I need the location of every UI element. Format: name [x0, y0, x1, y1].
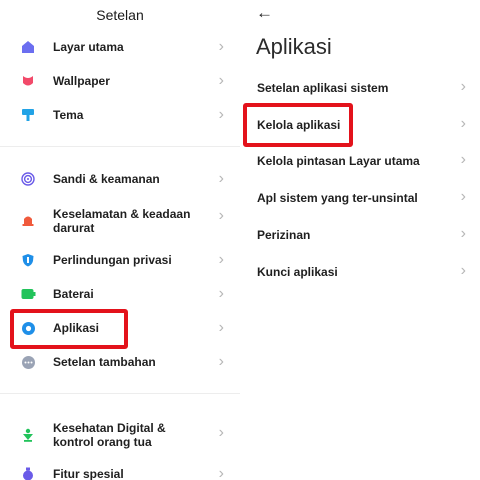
settings-item-layar-utama[interactable]: Layar utama ›	[0, 37, 240, 57]
settings-item-setelan-tambahan[interactable]: Setelan tambahan ›	[0, 352, 240, 372]
settings-item-label: Tema	[53, 108, 84, 122]
settings-panel: Setelan Layar utama › Wallpaper › Tema ›…	[0, 0, 240, 480]
battery-icon	[20, 286, 36, 302]
aplikasi-item-kelola-pintasan[interactable]: Kelola pintasan Layar utama ›	[240, 144, 480, 178]
settings-item-label: Perlindungan privasi	[53, 253, 172, 267]
settings-item-label: Setelan tambahan	[53, 355, 156, 369]
chevron-right-icon: ›	[218, 424, 224, 441]
settings-item-label: Keselamatan & keadaan darurat	[53, 207, 191, 235]
aplikasi-item-label: Setelan aplikasi sistem	[257, 81, 389, 95]
home-icon	[20, 39, 36, 55]
brush-icon	[20, 107, 36, 123]
aplikasi-item-label: Kelola pintasan Layar utama	[257, 154, 420, 168]
chevron-right-icon: ›	[218, 207, 224, 224]
aplikasi-item-kunci-aplikasi[interactable]: Kunci aplikasi ›	[240, 255, 480, 289]
chevron-right-icon: ›	[218, 353, 224, 370]
alarm-icon	[20, 212, 36, 228]
settings-item-sandi-keamanan[interactable]: Sandi & keamanan ›	[0, 169, 240, 189]
chevron-right-icon: ›	[218, 38, 224, 55]
settings-item-fitur-spesial[interactable]: Fitur spesial ›	[0, 464, 240, 480]
settings-item-kesehatan-digital[interactable]: Kesehatan Digital & kontrol orang tua ›	[0, 420, 240, 450]
settings-item-label: Kesehatan Digital & kontrol orang tua	[53, 421, 166, 449]
arrow-left-icon[interactable]: ←	[256, 3, 273, 23]
flower-icon	[20, 73, 36, 89]
aplikasi-item-label: Kunci aplikasi	[257, 265, 338, 279]
settings-item-keselamatan[interactable]: Keselamatan & keadaan darurat ›	[0, 205, 240, 235]
aplikasi-item-apl-unsintal[interactable]: Apl sistem yang ter-unsintal ›	[240, 181, 480, 215]
settings-item-label: Sandi & keamanan	[53, 172, 160, 186]
chevron-right-icon: ›	[460, 115, 466, 132]
more-dots-icon	[20, 354, 36, 370]
settings-item-label: Layar utama	[53, 40, 124, 54]
chevron-right-icon: ›	[218, 72, 224, 89]
aplikasi-item-label: Perizinan	[257, 228, 311, 242]
aplikasi-item-perizinan[interactable]: Perizinan ›	[240, 218, 480, 252]
privacy-shield-icon	[20, 252, 36, 268]
chevron-right-icon: ›	[460, 151, 466, 168]
settings-item-label: Fitur spesial	[53, 467, 124, 480]
settings-item-wallpaper[interactable]: Wallpaper ›	[0, 71, 240, 91]
aplikasi-panel: ← Aplikasi Setelan aplikasi sistem › Kel…	[240, 0, 480, 480]
settings-item-baterai[interactable]: Baterai ›	[0, 284, 240, 304]
chevron-right-icon: ›	[218, 319, 224, 336]
section-divider	[0, 393, 240, 394]
settings-item-label: Baterai	[53, 287, 94, 301]
aplikasi-highlight-box	[10, 309, 128, 349]
wellbeing-icon	[20, 427, 36, 443]
chevron-right-icon: ›	[218, 106, 224, 123]
aplikasi-item-setelan-sistem[interactable]: Setelan aplikasi sistem ›	[240, 71, 480, 105]
chevron-right-icon: ›	[218, 251, 224, 268]
kelola-aplikasi-highlight-box	[243, 103, 353, 147]
settings-item-label: Wallpaper	[53, 74, 110, 88]
settings-item-tema[interactable]: Tema ›	[0, 105, 240, 125]
medal-icon	[20, 466, 36, 480]
chevron-right-icon: ›	[218, 465, 224, 480]
chevron-right-icon: ›	[460, 225, 466, 242]
settings-title: Setelan	[96, 7, 144, 23]
fingerprint-icon	[20, 171, 36, 187]
chevron-right-icon: ›	[460, 262, 466, 279]
aplikasi-item-label: Apl sistem yang ter-unsintal	[257, 191, 418, 205]
settings-item-perlindungan-privasi[interactable]: Perlindungan privasi ›	[0, 250, 240, 270]
chevron-right-icon: ›	[218, 170, 224, 187]
chevron-right-icon: ›	[460, 78, 466, 95]
chevron-right-icon: ›	[460, 188, 466, 205]
chevron-right-icon: ›	[218, 285, 224, 302]
section-divider	[0, 146, 240, 147]
page-title: Aplikasi	[256, 34, 332, 59]
